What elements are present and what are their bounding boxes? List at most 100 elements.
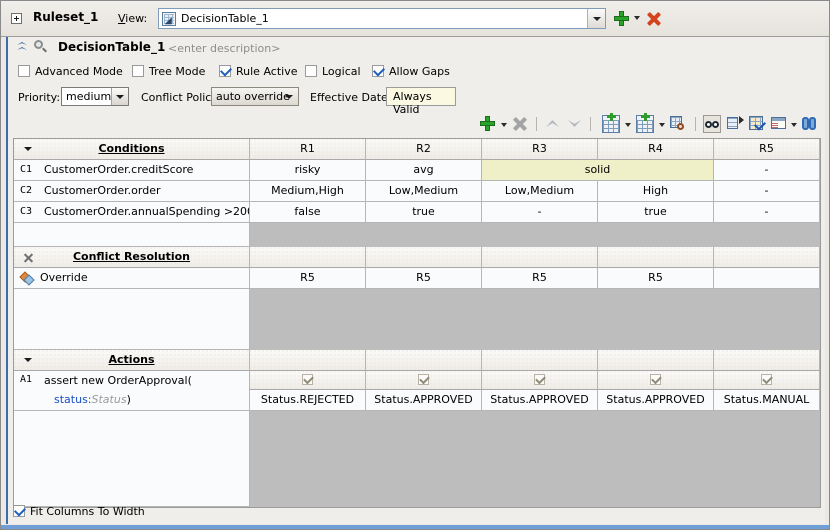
- action-param-cell-a1[interactable]: status:Status): [14, 390, 250, 411]
- condition-cell-c2-r1[interactable]: Medium,High: [250, 181, 366, 202]
- logical-checkbox-box[interactable]: [305, 65, 317, 77]
- condition-cell-c1-r2[interactable]: avg: [366, 160, 482, 181]
- action-checkbox-r3[interactable]: [534, 374, 545, 385]
- priority-combobox[interactable]: medium: [61, 87, 129, 106]
- priority-combobox-arrow[interactable]: [111, 88, 128, 105]
- action-checkbox-cell-r2[interactable]: [366, 371, 482, 390]
- condition-expression-c2[interactable]: C2 CustomerOrder.order: [14, 181, 250, 202]
- condition-cell-c1-r3-r4-merged[interactable]: solid: [482, 160, 714, 181]
- glasses-icon[interactable]: [703, 115, 721, 133]
- column-header-r5[interactable]: R5: [714, 139, 820, 160]
- conflict-policy-combobox[interactable]: auto override: [211, 87, 299, 106]
- add-view-icon[interactable]: [613, 10, 629, 26]
- condition-expression-c3[interactable]: C3 CustomerOrder.annualSpending >2000: [14, 202, 250, 223]
- column-header-r4[interactable]: R4: [598, 139, 714, 160]
- checkbox-allow-gaps[interactable]: Allow Gaps: [372, 63, 450, 81]
- rule-active-checkbox-box[interactable]: [219, 65, 231, 77]
- checkbox-tree-mode[interactable]: Tree Mode: [132, 63, 205, 81]
- fit-columns-checkbox[interactable]: [13, 505, 25, 517]
- action-checkbox-cell-r1[interactable]: [250, 371, 366, 390]
- move-down-icon[interactable]: [566, 115, 584, 133]
- actions-column-header-r3[interactable]: [482, 350, 598, 371]
- action-value-cell-r1[interactable]: Status.REJECTED: [250, 390, 366, 411]
- override-cell-r2[interactable]: R5: [366, 268, 482, 289]
- insert-row-dropdown-caret[interactable]: [659, 123, 665, 127]
- action-value-cell-r4[interactable]: Status.APPROVED: [598, 390, 714, 411]
- expand-ruleset-icon[interactable]: [11, 13, 22, 24]
- condition-cell-c2-r2[interactable]: Low,Medium: [366, 181, 482, 202]
- conditions-collapse-caret-icon[interactable]: [24, 147, 32, 151]
- bottom-scrollbar[interactable]: [1, 525, 829, 529]
- effective-date-field[interactable]: Always Valid: [386, 87, 456, 106]
- column-header-r1[interactable]: R1: [250, 139, 366, 160]
- allow-gaps-checkbox-box[interactable]: [372, 65, 384, 77]
- action-checkbox-r2[interactable]: [418, 374, 429, 385]
- fit-columns-row[interactable]: Fit Columns To Width: [13, 503, 145, 521]
- override-cell-r5[interactable]: [714, 268, 820, 289]
- action-checkbox-r4[interactable]: [650, 374, 661, 385]
- condition-cell-c3-r1[interactable]: false: [250, 202, 366, 223]
- table-options-icon[interactable]: [770, 115, 788, 133]
- condition-expression-c1[interactable]: C1 CustomerOrder.creditScore: [14, 160, 250, 181]
- move-up-icon[interactable]: [544, 115, 562, 133]
- action-checkbox-cell-r3[interactable]: [482, 371, 598, 390]
- override-label-cell[interactable]: Override: [14, 268, 250, 289]
- add-rule-dropdown-caret[interactable]: [501, 123, 507, 127]
- actions-column-header-r2[interactable]: [366, 350, 482, 371]
- search-icon[interactable]: [34, 40, 48, 54]
- condition-cell-c2-r3[interactable]: Low,Medium: [482, 181, 598, 202]
- add-view-dropdown-caret[interactable]: [634, 16, 640, 20]
- actions-header-cell[interactable]: Actions: [14, 350, 250, 371]
- conflict-resolution-close-icon[interactable]: [23, 253, 33, 263]
- table-options-dropdown-caret[interactable]: [791, 123, 797, 127]
- action-checkbox-r1[interactable]: [302, 374, 313, 385]
- collapse-chevron-icon[interactable]: [16, 41, 28, 53]
- action-checkbox-cell-r4[interactable]: [598, 371, 714, 390]
- insert-column-dropdown-caret[interactable]: [625, 123, 631, 127]
- tree-mode-checkbox-box[interactable]: [132, 65, 144, 77]
- delete-view-icon[interactable]: [646, 11, 661, 26]
- action-value-cell-r5[interactable]: Status.MANUAL: [714, 390, 820, 411]
- condition-cell-c2-r5[interactable]: -: [714, 181, 820, 202]
- condition-cell-c3-r3[interactable]: -: [482, 202, 598, 223]
- split-icon[interactable]: [726, 115, 744, 133]
- cr-column-header-r3[interactable]: [482, 247, 598, 268]
- conflict-policy-combobox-arrow[interactable]: [281, 88, 298, 105]
- action-checkbox-r5[interactable]: [761, 374, 772, 385]
- checkbox-rule-active[interactable]: Rule Active: [219, 63, 297, 81]
- checkbox-logical[interactable]: Logical: [305, 63, 361, 81]
- override-cell-r3[interactable]: R5: [482, 268, 598, 289]
- condition-cell-c3-r2[interactable]: true: [366, 202, 482, 223]
- find-table-icon[interactable]: [669, 115, 687, 133]
- advanced-mode-checkbox-box[interactable]: [18, 65, 30, 77]
- action-checkbox-cell-r5[interactable]: [714, 371, 820, 390]
- action-expression-a1[interactable]: A1 assert new OrderApproval(: [14, 371, 250, 390]
- actions-column-header-r4[interactable]: [598, 350, 714, 371]
- view-combobox[interactable]: DecisionTable_1: [158, 8, 606, 29]
- panel-description[interactable]: <enter description>: [168, 42, 280, 55]
- condition-cell-c3-r4[interactable]: true: [598, 202, 714, 223]
- delete-rule-icon[interactable]: [511, 115, 529, 133]
- column-header-r3[interactable]: R3: [482, 139, 598, 160]
- actions-column-header-r1[interactable]: [250, 350, 366, 371]
- add-rule-icon[interactable]: [479, 115, 497, 133]
- condition-cell-c3-r5[interactable]: -: [714, 202, 820, 223]
- checkbox-advanced-mode[interactable]: Advanced Mode: [18, 63, 123, 81]
- cr-column-header-r5[interactable]: [714, 247, 820, 268]
- cr-column-header-r4[interactable]: [598, 247, 714, 268]
- insert-row-icon[interactable]: [636, 115, 654, 133]
- actions-collapse-caret-icon[interactable]: [24, 358, 32, 362]
- decision-table-grid[interactable]: Conditions R1 R2 R3 R4 R5 C1 CustomerOrd…: [13, 138, 821, 508]
- cr-column-header-r1[interactable]: [250, 247, 366, 268]
- condition-cell-c1-r1[interactable]: risky: [250, 160, 366, 181]
- override-cell-r4[interactable]: R5: [598, 268, 714, 289]
- column-header-r2[interactable]: R2: [366, 139, 482, 160]
- condition-cell-c1-r5[interactable]: -: [714, 160, 820, 181]
- refresh-icon[interactable]: [801, 115, 819, 133]
- action-value-cell-r2[interactable]: Status.APPROVED: [366, 390, 482, 411]
- check-table-icon[interactable]: [748, 115, 766, 133]
- insert-column-icon[interactable]: [602, 115, 620, 133]
- override-cell-r1[interactable]: R5: [250, 268, 366, 289]
- actions-column-header-r5[interactable]: [714, 350, 820, 371]
- cr-column-header-r2[interactable]: [366, 247, 482, 268]
